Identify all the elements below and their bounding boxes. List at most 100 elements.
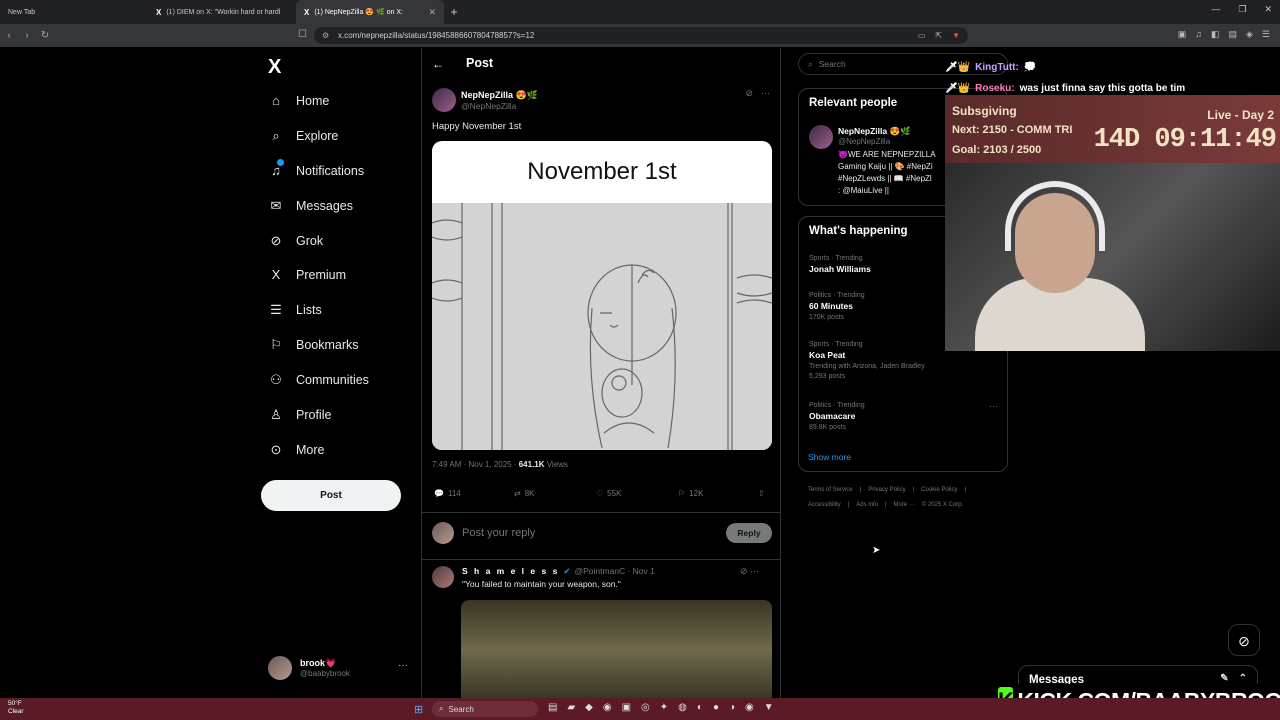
app-icon[interactable]: ◑ [729,702,735,713]
sub-goal: Goal: 2103 / 2500 [952,144,1042,156]
trend-item[interactable]: Sports · Trending Jonah Williams [809,255,871,274]
footer-ads-info[interactable]: Ads info [856,502,878,508]
person-icon: ♙ [270,407,282,422]
reply-action[interactable]: 💬 114 [434,489,461,498]
spotify-icon[interactable]: ◉ [745,702,754,713]
app-icon[interactable]: ● [713,702,719,713]
reply-post[interactable]: S h a m e l e s s ✔ @PointmanC · Nov 1 ⊘… [432,566,772,698]
brave-icon[interactable]: ▼ [764,702,774,713]
bookmark-count: 12K [689,489,704,498]
account-more-icon[interactable]: ··· [398,660,408,671]
footer-privacy[interactable]: Privacy Policy [868,487,905,493]
nav-home[interactable]: ⌂ Home [268,93,329,108]
trend-item[interactable]: Politics · Trending 60 Minutes 170K post… [809,292,865,321]
tab-nepnepzilla[interactable]: X (1) NepNepZilla 😍 🌿 on X: ✕ [296,0,444,24]
wallet-icon[interactable]: ▤ [1228,29,1237,40]
reload-icon[interactable]: ↻ [36,30,54,41]
post-time: 7:49 AM · Nov 1, 2025 · [432,460,519,469]
new-tab-button[interactable]: + [444,5,464,19]
reply-media[interactable] [461,600,772,698]
repost-action[interactable]: ⇄ 8K [514,489,535,498]
bookmark-page-icon[interactable]: ☐ [298,29,307,40]
music-icon[interactable]: ♫ [1195,29,1202,40]
compose-icon[interactable]: ✎ [1220,673,1228,684]
app-icon[interactable]: ▣ [622,702,631,713]
app-icon[interactable]: ◍ [678,702,687,713]
back-nav-icon[interactable]: ‹ [0,30,18,41]
app-icon[interactable]: ◉ [603,702,612,713]
url-field[interactable]: ⚙ x.com/nepnepzilla/status/1984588660780… [314,27,968,44]
account-switcher[interactable]: brook💗 @baabybrook ··· [268,656,408,680]
footer-cookie[interactable]: Cookie Policy [921,487,957,493]
person-avatar[interactable] [809,125,833,149]
menu-icon[interactable]: ☰ [1262,29,1270,40]
x-logo-icon[interactable]: X [268,56,281,79]
person-handle: @NepNepZilla [838,137,891,146]
post-button[interactable]: Post [261,480,401,511]
reply-input[interactable]: Post your reply [462,527,535,539]
author-avatar[interactable] [432,88,456,112]
weather-widget[interactable]: 50°F Clear [8,700,24,716]
extension-icon[interactable]: ▣ [1178,29,1187,40]
nav-explore[interactable]: ⌕ Explore [268,128,338,144]
more-circle-icon: ⊙ [270,442,282,457]
post-author[interactable]: NepNepZilla 😍🌿 @NepNepZilla [432,88,538,112]
close-window-icon[interactable]: ✕ [1264,4,1272,15]
person-info[interactable]: NepNepZilla 😍🌿 @NepNepZilla 😈WE ARE NEPN… [838,126,936,197]
stream-chat: 🗡👑 KingTutt: 💭 🗡👑 Roseku: was just finna say… [945,57,1280,99]
left-navigation: X ⌂ Home ⌕ Explore ♫ Notifications ✉ Message… [258,48,418,698]
trend-item[interactable]: Politics · Trending Obamacare 89.8K post… [809,402,865,431]
post-more-icon[interactable]: ··· [761,88,770,99]
forward-nav-icon[interactable]: › [18,30,36,41]
nav-premium[interactable]: X Premium [268,267,346,282]
minimize-icon[interactable]: — [1211,4,1220,15]
app-icon[interactable]: ◆ [585,702,593,713]
footer-accessibility[interactable]: Accessibility [808,502,841,508]
close-tab-icon[interactable]: ✕ [428,7,436,18]
nav-lists[interactable]: ☰ Lists [268,302,322,318]
share-icon[interactable]: ⇱ [935,31,942,40]
footer-more[interactable]: More ··· [894,502,915,508]
taskbar-search[interactable]: ⌕ Search [432,701,538,717]
trend-more-icon[interactable]: ··· [989,401,998,411]
taskbar-apps: ▤ ▰ ◆ ◉ ▣ ◎ ✦ ◍ ◐ ● ◑ ◉ ▼ [548,702,774,713]
back-arrow-icon[interactable]: ← [432,57,444,71]
share-action[interactable]: ⇧ [758,489,765,498]
vpn-icon[interactable]: ◈ [1246,29,1253,40]
nav-messages[interactable]: ✉ Messages [268,198,353,214]
person-bio-1: 😈WE ARE NEPNEPZILLA [838,150,936,159]
nav-bookmarks[interactable]: ⚐ Bookmarks [268,337,358,353]
show-more-link[interactable]: Show more [808,452,851,462]
post-media[interactable]: November 1st [432,141,772,450]
nav-more[interactable]: ⊙ More [268,442,325,458]
bookmark-action[interactable]: ⚐ 12K [678,489,703,498]
grok-explain-icon[interactable]: ⊘ [745,88,753,99]
nav-grok[interactable]: ⊘ Grok [268,233,324,249]
file-explorer-icon[interactable]: ▰ [567,702,575,713]
expand-icon[interactable]: ⌃ [1239,673,1247,684]
app-icon[interactable]: ◐ [697,702,703,713]
nav-communities[interactable]: ⚇ Communities [268,372,369,388]
footer-sep: | [847,502,850,508]
site-info-icon[interactable]: ⚙ [322,31,329,40]
x-premium-icon: X [271,267,281,282]
maximize-icon[interactable]: ❐ [1238,4,1246,15]
tab-diem[interactable]: X (1) DIEM on X: "Workin hard or hardl [148,0,296,24]
like-action[interactable]: ♡ 55K [596,489,621,498]
nav-profile[interactable]: ♙ Profile [268,407,331,423]
nav-notifications[interactable]: ♫ Notifications [268,159,364,178]
task-view-icon[interactable]: ▤ [548,702,557,713]
footer-terms[interactable]: Terms of Service [808,487,853,493]
brave-shield-icon[interactable]: ▼ [952,31,960,40]
windows-start-icon[interactable]: ⊞ [414,703,423,716]
grok-float-button[interactable]: ⊘ [1228,624,1260,656]
app-icon[interactable]: ◎ [641,702,650,713]
reply-more-icon[interactable]: ⊘ ··· [740,566,759,577]
reply-button[interactable]: Reply [726,523,772,543]
reply-avatar[interactable] [432,566,454,588]
app-icon[interactable]: ✦ [660,702,668,713]
sidebar-toggle-icon[interactable]: ◧ [1211,29,1220,40]
tab-new-tab[interactable]: New Tab [0,0,148,24]
trend-item[interactable]: Sports · Trending Koa Peat Trending with… [809,341,925,380]
cast-icon[interactable]: ▭ [918,31,926,40]
